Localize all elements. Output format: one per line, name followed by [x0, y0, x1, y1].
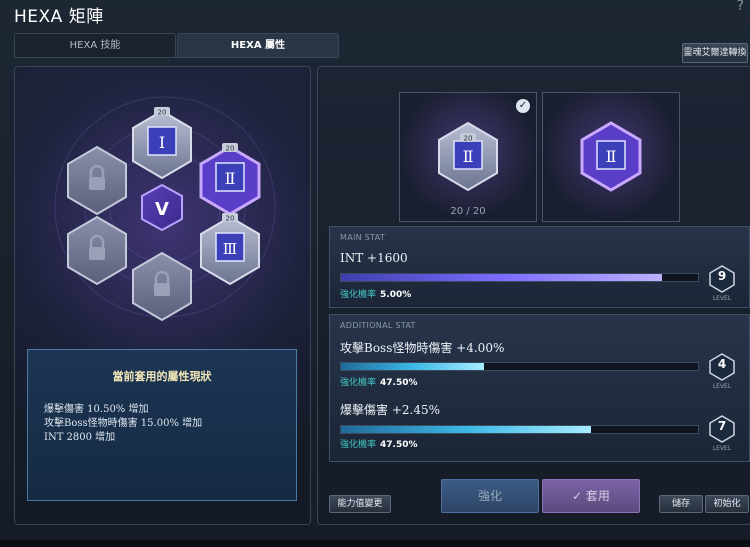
init-button[interactable]: 初始化: [705, 495, 749, 513]
level-badge: 20: [158, 109, 167, 117]
progress-fill: [341, 274, 663, 281]
check-icon: ✓: [572, 489, 586, 503]
current-stat-line: 爆擊傷害 10.50% 增加: [44, 404, 149, 415]
tab-hexa-skill[interactable]: HEXA 技能: [14, 33, 176, 58]
current-stat-line: 攻擊Boss怪物時傷害 15.00% 增加: [44, 418, 203, 429]
main-stat-box: MAIN STAT INT +1600 強化機率 5.00% 9 LEVEL: [329, 226, 750, 308]
additional-stat-rate: 強化機率 47.50%: [340, 378, 418, 388]
hex-stat-icon: Ⅱ 20: [438, 121, 498, 192]
additional-stat-name: 攻擊Boss怪物時傷害 +4.00%: [340, 341, 505, 355]
bottom-strip: [0, 540, 750, 547]
hexa-matrix-window: HEXA 矩陣 ? HEXA 技能 HEXA 屬性 靈魂艾爾達轉換 Ⅰ 20 Ⅱ…: [0, 0, 750, 547]
svg-text:V: V: [155, 199, 169, 220]
level-badge-add-1: 4 LEVEL: [708, 353, 736, 390]
progress-fill: [341, 426, 591, 433]
tab-divider: [14, 57, 337, 58]
svg-text:20: 20: [464, 135, 473, 143]
additional-stat-label: ADDITIONAL STAT: [340, 321, 416, 330]
sol-erda-convert-button[interactable]: 靈魂艾爾達轉換: [682, 43, 748, 63]
level-badge: 20: [226, 215, 235, 223]
enhance-button[interactable]: 強化: [441, 479, 539, 513]
stat-card-current[interactable]: ✓ Ⅱ 20 20 / 20: [399, 92, 537, 222]
enhance-count: 20 / 20: [450, 206, 486, 217]
current-stats-box: 當前套用的屬性現狀 爆擊傷害 10.50% 增加 攻擊Boss怪物時傷害 15.…: [27, 349, 297, 501]
progress-fill: [341, 363, 484, 370]
additional-stat-progress: [340, 425, 699, 434]
hex-grid: Ⅰ 20 Ⅱ 20 Ⅲ 20 V: [54, 96, 276, 322]
level-badge: 20: [226, 145, 235, 153]
additional-stat-progress: [340, 362, 699, 371]
hex-grid-panel: Ⅰ 20 Ⅱ 20 Ⅲ 20 V 當前套用的屬性現狀 爆擊傷害 10.50% 增…: [14, 66, 311, 525]
additional-stat-name: 爆擊傷害 +2.45%: [340, 403, 440, 417]
svg-text:Ⅱ: Ⅱ: [606, 147, 617, 166]
hex-slot-stat-1[interactable]: Ⅰ 20: [132, 107, 192, 180]
main-stat-label: MAIN STAT: [340, 233, 386, 242]
hex-stat-label: Ⅲ: [223, 240, 237, 258]
window-title: HEXA 矩陣: [14, 7, 104, 27]
save-button[interactable]: 儲存: [659, 495, 703, 513]
help-icon[interactable]: ?: [737, 0, 744, 14]
tab-hexa-stat[interactable]: HEXA 屬性: [177, 33, 339, 58]
apply-button[interactable]: ✓ 套用: [542, 479, 640, 513]
main-stat-rate: 強化機率 5.00%: [340, 290, 412, 300]
hex-slot-locked-1[interactable]: [67, 145, 127, 216]
additional-stat-rate: 強化機率 47.50%: [340, 440, 418, 450]
level-badge-main: 9 LEVEL: [708, 265, 736, 302]
current-stats-title: 當前套用的屬性現狀: [112, 370, 212, 383]
svg-text:Ⅱ: Ⅱ: [463, 147, 474, 166]
hex-stat-icon: Ⅱ: [580, 121, 642, 192]
main-stat-progress: [340, 273, 699, 282]
hex-slot-locked-3[interactable]: [132, 251, 192, 322]
main-stat-name: INT +1600: [340, 251, 408, 265]
additional-stat-box: ADDITIONAL STAT 攻擊Boss怪物時傷害 +4.00% 強化機率 4…: [329, 314, 750, 462]
v-core-icon: V: [141, 183, 183, 232]
hex-slot-locked-2[interactable]: [67, 215, 127, 286]
stat-change-button[interactable]: 能力值變更: [329, 495, 391, 513]
title-bar: HEXA 矩陣 ?: [0, 0, 750, 28]
hex-stat-label: Ⅱ: [225, 169, 236, 188]
level-badge-add-2: 7 LEVEL: [708, 415, 736, 452]
stat-card-next[interactable]: Ⅱ: [542, 92, 680, 222]
current-stat-line: INT 2800 增加: [44, 432, 116, 443]
hex-stat-label: Ⅰ: [159, 133, 165, 152]
hex-slot-stat-2[interactable]: Ⅱ 20: [199, 143, 261, 216]
